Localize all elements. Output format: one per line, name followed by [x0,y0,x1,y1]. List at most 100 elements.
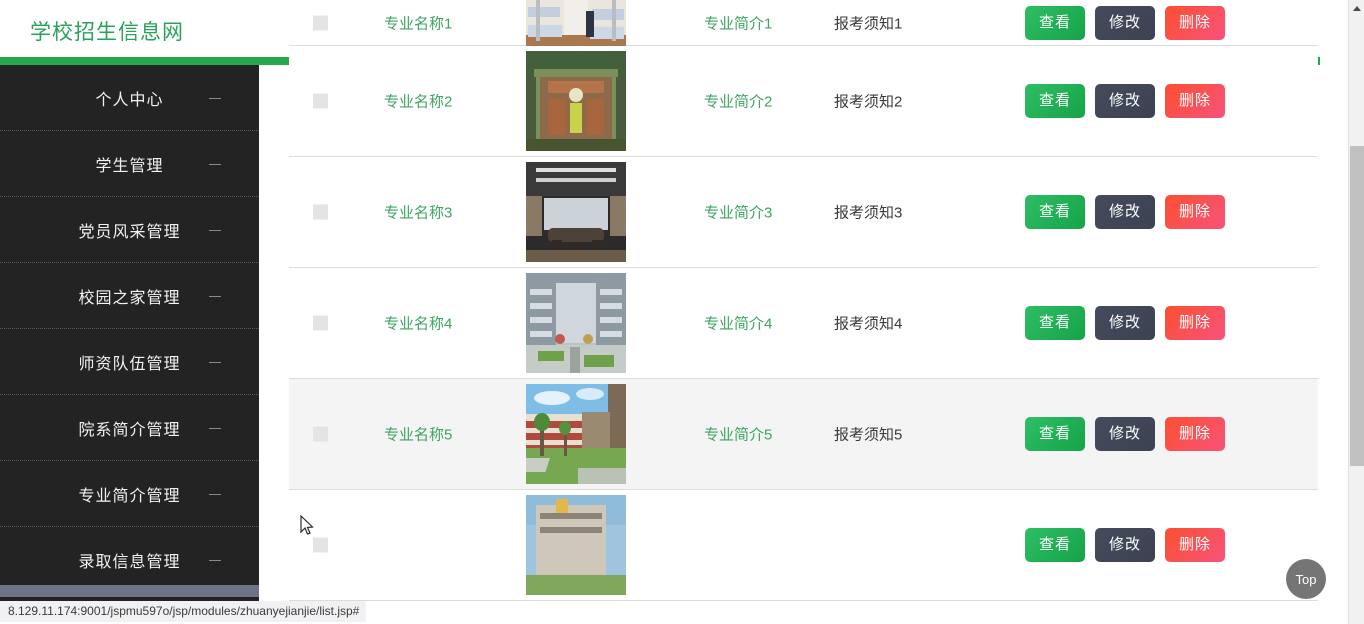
sidebar-item-label: 录取信息管理 [78,553,181,571]
delete-button[interactable]: 删除 [1165,5,1225,40]
chevron-right-icon [209,229,221,231]
view-button[interactable]: 查看 [1025,306,1085,340]
row-checkbox-cell [313,426,328,442]
row-select-checkbox[interactable] [313,204,328,220]
exam-notice: 报考须知5 [834,426,903,444]
row-actions: 查看 修改 删除 [1025,195,1225,229]
campus-aerial-photo-icon [526,51,626,151]
exam-notice: 报考须知1 [834,15,903,32]
scroll-to-top-label: Top [1295,571,1317,587]
sidebar-item-label: 师资队伍管理 [78,355,181,373]
row-actions: 查看 修改 删除 [1025,306,1225,340]
view-button[interactable]: 查看 [1025,417,1085,451]
table-row[interactable]: 专业名称2 专业简介2 报考须知2 查看 修改 删除 [289,46,1318,157]
chevron-right-icon [209,295,221,297]
delete-button[interactable]: 删除 [1165,306,1225,340]
chevron-right-icon [209,361,221,363]
vertical-scrollbar[interactable] [1348,0,1364,624]
exam-notice: 报考须知3 [834,204,903,222]
exam-notice: 报考须知2 [834,93,903,111]
chevron-right-icon [209,559,221,561]
row-select-checkbox[interactable] [313,93,328,109]
edit-button[interactable]: 修改 [1095,195,1155,229]
chevron-right-icon [209,427,221,429]
major-intro[interactable]: 专业简介2 [704,91,772,112]
major-thumbnail[interactable] [526,495,626,595]
major-thumbnail[interactable] [526,51,626,151]
sidebar-footer-bar [0,585,259,597]
view-button[interactable]: 查看 [1025,5,1085,40]
sidebar-item-party-member-management[interactable]: 党员风采管理 [0,197,259,263]
delete-button[interactable]: 删除 [1165,417,1225,451]
row-select-checkbox[interactable] [313,315,328,331]
site-brand-title: 学校招生信息网 [30,21,184,44]
sidebar-item-label: 校园之家管理 [78,289,181,307]
major-thumbnail[interactable] [526,162,626,262]
row-actions: 查看 修改 删除 [1025,84,1225,118]
edit-button[interactable]: 修改 [1095,84,1155,118]
row-select-checkbox[interactable] [313,15,328,30]
row-checkbox-cell [313,537,328,553]
sidebar-item-personal-center[interactable]: 个人中心 [0,65,259,131]
major-intro[interactable]: 专业简介4 [704,313,772,334]
major-name[interactable]: 专业名称2 [384,91,452,112]
delete-button[interactable]: 删除 [1165,84,1225,118]
major-thumbnail[interactable] [526,384,626,484]
exam-notice: 报考须知4 [834,315,903,333]
major-list-table: 专业名称1 专业简介1 报考须知1 查看 修改 删除 专业名称2 专业简介2 报… [289,0,1318,601]
edit-button[interactable]: 修改 [1095,528,1155,562]
view-button[interactable]: 查看 [1025,195,1085,229]
major-intro[interactable]: 专业简介5 [704,424,772,445]
table-row[interactable]: 专业名称5 专业简介5 报考须知5 查看 修改 删除 [289,379,1318,490]
view-button[interactable]: 查看 [1025,528,1085,562]
row-actions: 查看 修改 删除 [1025,528,1225,562]
major-name[interactable]: 专业名称5 [384,424,452,445]
row-checkbox-cell [313,315,328,331]
building-photo-icon [526,495,626,595]
major-thumbnail[interactable] [526,273,626,373]
row-checkbox-cell [313,15,328,30]
table-row[interactable]: 专业名称1 专业简介1 报考须知1 查看 修改 删除 [289,0,1318,73]
row-select-checkbox[interactable] [313,537,328,553]
sidebar-item-major-intro-management[interactable]: 专业简介管理 [0,461,259,527]
row-select-checkbox[interactable] [313,426,328,442]
sidebar-item-label: 院系简介管理 [78,421,181,439]
mouse-cursor [300,515,314,535]
major-name[interactable]: 专业名称3 [384,202,452,223]
sidebar-item-department-intro-management[interactable]: 院系简介管理 [0,395,259,461]
sidebar-item-label: 党员风采管理 [78,223,181,241]
chevron-right-icon [209,493,221,495]
table-row[interactable]: 专业名称3 专业简介3 报考须知3 查看 修改 删除 [289,157,1318,268]
sidebar-item-faculty-management[interactable]: 师资队伍管理 [0,329,259,395]
major-intro[interactable]: 专业简介1 [704,12,772,33]
row-actions: 查看 修改 删除 [1025,417,1225,451]
edit-button[interactable]: 修改 [1095,417,1155,451]
sidebar-item-label: 个人中心 [95,91,164,109]
scroll-to-top-button[interactable]: Top [1286,559,1326,599]
delete-button[interactable]: 删除 [1165,195,1225,229]
edit-button[interactable]: 修改 [1095,306,1155,340]
table-row[interactable]: 专业名称4 专业简介4 报考须知4 查看 修改 删除 [289,268,1318,379]
sidebar-item-label: 专业简介管理 [78,487,181,505]
scrollbar-thumb[interactable] [1350,146,1364,466]
school-courtyard-photo-icon [526,384,626,484]
row-actions: 查看 修改 删除 [1025,5,1225,40]
view-button[interactable]: 查看 [1025,84,1085,118]
sidebar-item-campus-home-management[interactable]: 校园之家管理 [0,263,259,329]
edit-button[interactable]: 修改 [1095,5,1155,40]
scrollbar-up-arrow-icon[interactable] [1349,0,1364,17]
building-atrium-photo-icon [526,273,626,373]
table-row[interactable]: 查看 修改 删除 [289,490,1318,601]
meeting-room-photo-icon [526,162,626,262]
major-intro[interactable]: 专业简介3 [704,202,772,223]
content-left-gutter [259,65,289,601]
major-name[interactable]: 专业名称1 [384,12,452,33]
row-checkbox-cell [313,204,328,220]
delete-button[interactable]: 删除 [1165,528,1225,562]
sidebar-item-student-management[interactable]: 学生管理 [0,131,259,197]
sidebar-item-admission-info-management[interactable]: 录取信息管理 [0,527,259,585]
major-name[interactable]: 专业名称4 [384,313,452,334]
status-bar-url: 8.129.11.174:9001/jspmu597o/jsp/modules/… [0,601,367,622]
chevron-right-icon [209,97,221,99]
chevron-right-icon [209,163,221,165]
